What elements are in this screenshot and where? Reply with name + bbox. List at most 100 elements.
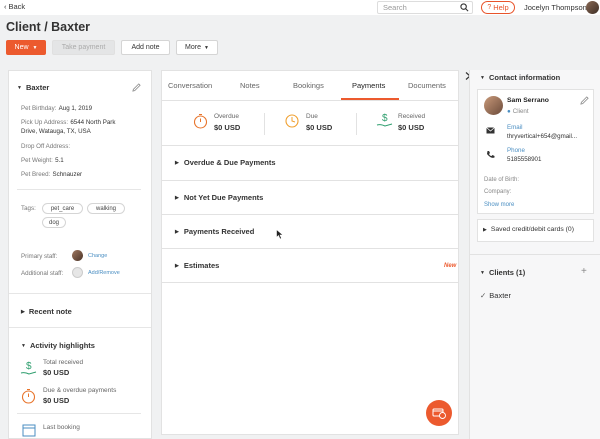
caret-down-icon: ▼: [17, 84, 22, 91]
received-label: Received: [398, 113, 426, 120]
tab-payments[interactable]: Payments: [352, 81, 385, 90]
back-link[interactable]: ‹ Back: [4, 2, 25, 11]
contact-role-text: Client: [512, 108, 529, 115]
new-label: New: [14, 44, 29, 51]
search-icon: [460, 3, 469, 12]
email-value[interactable]: thryvertical+654@gmail...: [507, 133, 577, 140]
clients-title: Clients (1): [488, 268, 526, 277]
change-staff-link[interactable]: Change: [88, 253, 107, 259]
help-button[interactable]: ? Help: [481, 1, 515, 14]
tag-chip[interactable]: pet_care: [42, 203, 83, 214]
add-client-plus-icon[interactable]: +: [581, 266, 587, 277]
section-title: Not Yet Due Payments: [183, 193, 264, 202]
payments-received-section[interactable]: ▶ Payments Received: [175, 227, 254, 236]
email-label: Email: [507, 124, 523, 131]
tabs-divider: [162, 100, 458, 101]
recent-note-header[interactable]: ▶ Recent note: [21, 307, 72, 316]
total-received-label: Total received: [43, 359, 84, 366]
received-money-icon: $: [376, 113, 393, 127]
add-note-button[interactable]: Add note: [121, 40, 170, 55]
tab-documents[interactable]: Documents: [408, 81, 446, 90]
divider: [9, 327, 151, 328]
caret-down-icon: ▼: [480, 74, 485, 81]
section-title: Payments Received: [183, 227, 255, 236]
activity-title: Activity highlights: [29, 341, 95, 350]
overdue-due-payments-section[interactable]: ▶ Overdue & Due Payments: [175, 158, 276, 167]
caret-down-icon: ▼: [204, 44, 209, 51]
dob-label: Date of Birth:: [484, 177, 520, 183]
tag-chip[interactable]: dog: [42, 217, 66, 228]
field-value: Aug 1, 2019: [58, 105, 93, 112]
payment-fab-button[interactable]: [426, 400, 452, 426]
overdue-value: $0 USD: [214, 123, 241, 132]
active-tab-indicator: [341, 98, 399, 100]
search-input[interactable]: Search: [377, 1, 473, 14]
last-booking-label: Last booking: [43, 424, 80, 431]
client-list-item[interactable]: ✓ Baxter: [480, 291, 511, 300]
more-button[interactable]: More ▼: [176, 40, 218, 55]
section-title: Estimates: [183, 261, 220, 270]
user-avatar[interactable]: [586, 1, 599, 14]
card-dollar-icon: [432, 408, 446, 419]
received-value: $0 USD: [398, 123, 425, 132]
phone-label: Phone: [507, 147, 525, 154]
saved-cards-header[interactable]: ▶ Saved credit/debit cards (0): [483, 226, 574, 233]
edit-pencil-icon[interactable]: [580, 96, 589, 105]
add-staff-icon[interactable]: [72, 267, 83, 278]
more-label: More: [185, 44, 201, 51]
divider: [162, 282, 458, 283]
contact-avatar: [484, 96, 503, 115]
divider: [17, 413, 141, 414]
additional-staff-label: Additional staff:: [21, 270, 64, 277]
contact-info-header[interactable]: ▼ Contact information: [480, 73, 560, 82]
phone-value[interactable]: 5185558901: [507, 156, 541, 163]
user-name[interactable]: Jocelyn Thompson: [524, 3, 587, 12]
saved-cards-title: Saved credit/debit cards (0): [490, 226, 574, 233]
field-breed: Pet Breed: Schnauzer: [21, 169, 146, 183]
field-pickup-cont: Drive, Watauga, TX, USA: [21, 126, 146, 141]
search-placeholder: Search: [383, 3, 407, 12]
caret-down-icon: ▼: [480, 269, 485, 276]
pet-details-panel: ▼ Baxter Pet Birthday: Aug 1, 2019 Pick …: [8, 70, 152, 439]
money-hand-icon: $: [20, 361, 37, 375]
activity-header[interactable]: ▼ Activity highlights: [21, 341, 95, 350]
help-label: Help: [493, 3, 509, 12]
overdue-stopwatch-icon: [193, 114, 208, 129]
caret-right-icon: ▶: [21, 308, 25, 315]
field-birthday: Pet Birthday: Aug 1, 2019: [21, 103, 146, 117]
add-remove-link[interactable]: Add/Remove: [88, 270, 120, 276]
estimates-section[interactable]: ▶ Estimates: [175, 261, 219, 270]
field-value: 6544 North Park: [70, 119, 116, 126]
new-button[interactable]: New ▼: [6, 40, 46, 55]
pet-section-header[interactable]: ▼ Baxter: [17, 83, 49, 92]
email-icon: [486, 127, 495, 134]
field-pickup: Pick Up Address: 6544 North Park: [21, 117, 146, 126]
tab-bookings[interactable]: Bookings: [293, 81, 324, 90]
section-title: Overdue & Due Payments: [183, 158, 276, 167]
caret-right-icon: ▶: [175, 194, 179, 201]
field-value: Drive, Watauga, TX, USA: [21, 128, 91, 135]
due-label: Due & overdue payments: [43, 387, 117, 394]
edit-pencil-icon[interactable]: [132, 83, 141, 92]
field-label: Drop Off Address:: [21, 143, 71, 150]
tag-chip[interactable]: walking: [87, 203, 125, 214]
field-value: Schnauzer: [52, 171, 83, 178]
pet-fields: Pet Birthday: Aug 1, 2019 Pick Up Addres…: [21, 103, 146, 183]
show-more-link[interactable]: Show more: [484, 202, 514, 208]
phone-icon: [487, 151, 495, 158]
tab-conversation[interactable]: Conversation: [168, 81, 212, 90]
divider: [9, 293, 151, 294]
contact-name[interactable]: Sam Serrano: [507, 97, 549, 104]
tab-notes[interactable]: Notes: [240, 81, 260, 90]
due-metric-label: Due: [306, 113, 318, 120]
due-metric-value: $0 USD: [306, 123, 333, 132]
field-label: Pick Up Address:: [21, 119, 69, 126]
take-payment-button[interactable]: Take payment: [52, 40, 115, 55]
total-received-value: $0 USD: [43, 368, 70, 377]
caret-right-icon: ▶: [175, 159, 179, 166]
help-icon: ?: [487, 4, 492, 11]
mouse-cursor-icon: [276, 229, 284, 240]
person-icon: ●: [507, 108, 511, 115]
clients-header[interactable]: ▼ Clients (1): [480, 268, 525, 277]
not-yet-due-section[interactable]: ▶ Not Yet Due Payments: [175, 193, 263, 202]
